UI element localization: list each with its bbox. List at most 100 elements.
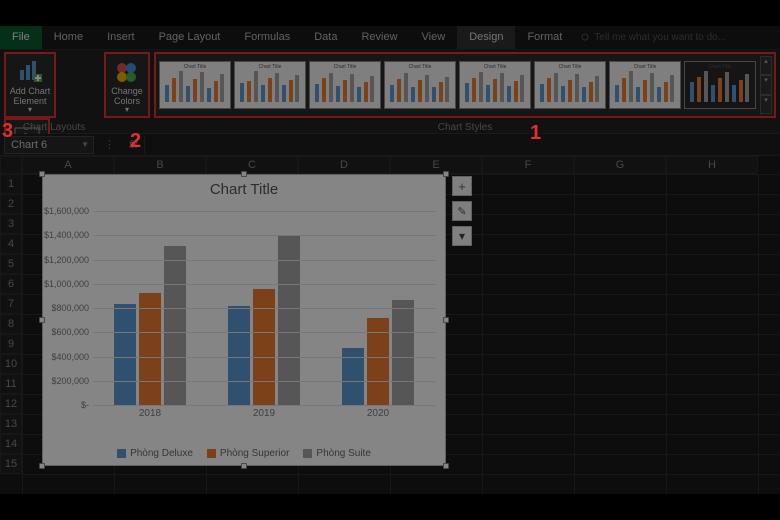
y-tick-label: $1,000,000 — [43, 279, 89, 289]
row-header[interactable]: 10 — [0, 354, 22, 374]
row-header[interactable]: 15 — [0, 454, 22, 474]
bar[interactable] — [253, 289, 275, 405]
chart-style-thumb[interactable]: Chart Title — [234, 61, 306, 109]
column-header[interactable]: G — [574, 156, 666, 174]
resize-handle[interactable] — [241, 171, 247, 177]
plus-icon: + — [458, 179, 466, 194]
column-header[interactable]: C — [206, 156, 298, 174]
change-colors-button[interactable]: ChangeColors ▾ — [104, 52, 150, 118]
chart-styles-button[interactable]: ✎ — [452, 201, 472, 221]
y-tick-label: $600,000 — [43, 327, 89, 337]
bar[interactable] — [367, 318, 389, 405]
formula-bar-row: Chart 6 ▼ ⋮ fx — [0, 134, 780, 156]
legend-item[interactable]: Phòng Deluxe — [117, 448, 193, 459]
ribbon-tabs: FileHomeInsertPage LayoutFormulasDataRev… — [0, 26, 780, 50]
brush-icon: ✎ — [457, 205, 466, 218]
column-header[interactable]: A — [22, 156, 114, 174]
ribbon-group-chart-layouts: Add ChartElement ▾ QuickLayout ▾ Chart L… — [4, 52, 104, 131]
gallery-scroll[interactable]: ▴ ▾ ▾ — [760, 56, 772, 114]
tab-page-layout[interactable]: Page Layout — [147, 26, 233, 49]
chart-legend[interactable]: Phòng Deluxe Phòng Superior Phòng Suite — [43, 448, 445, 459]
tab-view[interactable]: View — [410, 26, 458, 49]
gallery-up-icon[interactable]: ▴ — [760, 56, 772, 75]
resize-handle[interactable] — [443, 463, 449, 469]
chart-object[interactable]: Chart Title $-$200,000$400,000$600,000$8… — [42, 174, 446, 466]
y-tick-label: $800,000 — [43, 303, 89, 313]
gallery-down-icon[interactable]: ▾ — [760, 75, 772, 94]
y-tick-label: $- — [43, 400, 89, 410]
tab-insert[interactable]: Insert — [95, 26, 147, 49]
tab-formulas[interactable]: Formulas — [232, 26, 302, 49]
formula-input[interactable] — [144, 136, 780, 154]
name-box[interactable]: Chart 6 ▼ — [4, 136, 94, 154]
change-colors-label: ChangeColors — [111, 86, 143, 106]
ribbon-group-change-colors: ChangeColors ▾ — [104, 52, 150, 131]
tab-format[interactable]: Format — [515, 26, 574, 49]
chart-plot-area[interactable]: $-$200,000$400,000$600,000$800,000$1,000… — [93, 211, 435, 405]
row-header[interactable]: 7 — [0, 294, 22, 314]
resize-handle[interactable] — [39, 463, 45, 469]
resize-handle[interactable] — [241, 463, 247, 469]
bar[interactable] — [392, 300, 414, 405]
name-box-value: Chart 6 — [11, 139, 47, 151]
resize-handle[interactable] — [443, 317, 449, 323]
legend-item[interactable]: Phòng Suite — [303, 448, 371, 459]
row-header[interactable]: 2 — [0, 194, 22, 214]
column-header[interactable]: F — [482, 156, 574, 174]
bar[interactable] — [228, 306, 250, 405]
bar[interactable] — [278, 235, 300, 405]
row-header[interactable]: 6 — [0, 274, 22, 294]
chevron-down-icon[interactable]: ▼ — [81, 140, 89, 149]
chart-elements-button[interactable]: + — [452, 176, 472, 196]
funnel-icon: ▾ — [459, 229, 465, 243]
tab-home[interactable]: Home — [42, 26, 95, 49]
legend-item[interactable]: Phòng Superior — [207, 448, 290, 459]
column-header[interactable]: E — [390, 156, 482, 174]
chart-title[interactable]: Chart Title — [43, 175, 445, 200]
chart-style-thumb[interactable]: Chart Title — [384, 61, 456, 109]
resize-handle[interactable] — [39, 171, 45, 177]
row-headers[interactable]: 123456789101112131415 — [0, 174, 22, 494]
annotation-1: 1 — [530, 122, 541, 145]
tab-review[interactable]: Review — [349, 26, 409, 49]
add-chart-element-label: Add ChartElement — [10, 86, 51, 106]
column-header[interactable]: H — [666, 156, 758, 174]
chart-style-thumb[interactable]: Chart Title — [309, 61, 381, 109]
row-header[interactable]: 11 — [0, 374, 22, 394]
select-all-corner[interactable] — [0, 156, 22, 174]
bar[interactable] — [139, 293, 161, 405]
row-header[interactable]: 4 — [0, 234, 22, 254]
formula-menu-icon[interactable]: ⋮ — [104, 138, 115, 151]
tab-design[interactable]: Design — [457, 26, 515, 49]
chart-style-thumb[interactable]: Chart Title — [159, 61, 231, 109]
row-header[interactable]: 13 — [0, 414, 22, 434]
chart-filters-button[interactable]: ▾ — [452, 226, 472, 246]
resize-handle[interactable] — [443, 171, 449, 177]
column-headers[interactable]: ABCDEFGH — [22, 156, 780, 174]
x-tick-label: 2019 — [207, 408, 321, 419]
column-header[interactable]: D — [298, 156, 390, 174]
y-tick-label: $1,400,000 — [43, 230, 89, 240]
chart-style-thumb[interactable]: Chart Title — [534, 61, 606, 109]
column-header[interactable]: B — [114, 156, 206, 174]
y-tick-label: $400,000 — [43, 352, 89, 362]
row-header[interactable]: 9 — [0, 334, 22, 354]
chart-styles-gallery[interactable]: Chart TitleChart TitleChart TitleChart T… — [154, 52, 776, 118]
row-header[interactable]: 1 — [0, 174, 22, 194]
tab-data[interactable]: Data — [302, 26, 349, 49]
row-header[interactable]: 3 — [0, 214, 22, 234]
chart-style-thumb[interactable]: Chart Title — [684, 61, 756, 109]
tab-file[interactable]: File — [0, 26, 42, 49]
ribbon-group-caption: Chart Layouts — [4, 122, 104, 133]
row-header[interactable]: 12 — [0, 394, 22, 414]
row-header[interactable]: 8 — [0, 314, 22, 334]
y-tick-label: $1,200,000 — [43, 255, 89, 265]
row-header[interactable]: 5 — [0, 254, 22, 274]
chart-style-thumb[interactable]: Chart Title — [609, 61, 681, 109]
tell-me-search[interactable]: Tell me what you want to do... — [580, 26, 726, 49]
chart-style-thumb[interactable]: Chart Title — [459, 61, 531, 109]
add-chart-element-button[interactable]: Add ChartElement ▾ — [4, 52, 56, 118]
row-header[interactable]: 14 — [0, 434, 22, 454]
bar[interactable] — [114, 304, 136, 405]
gallery-more-icon[interactable]: ▾ — [760, 95, 772, 114]
